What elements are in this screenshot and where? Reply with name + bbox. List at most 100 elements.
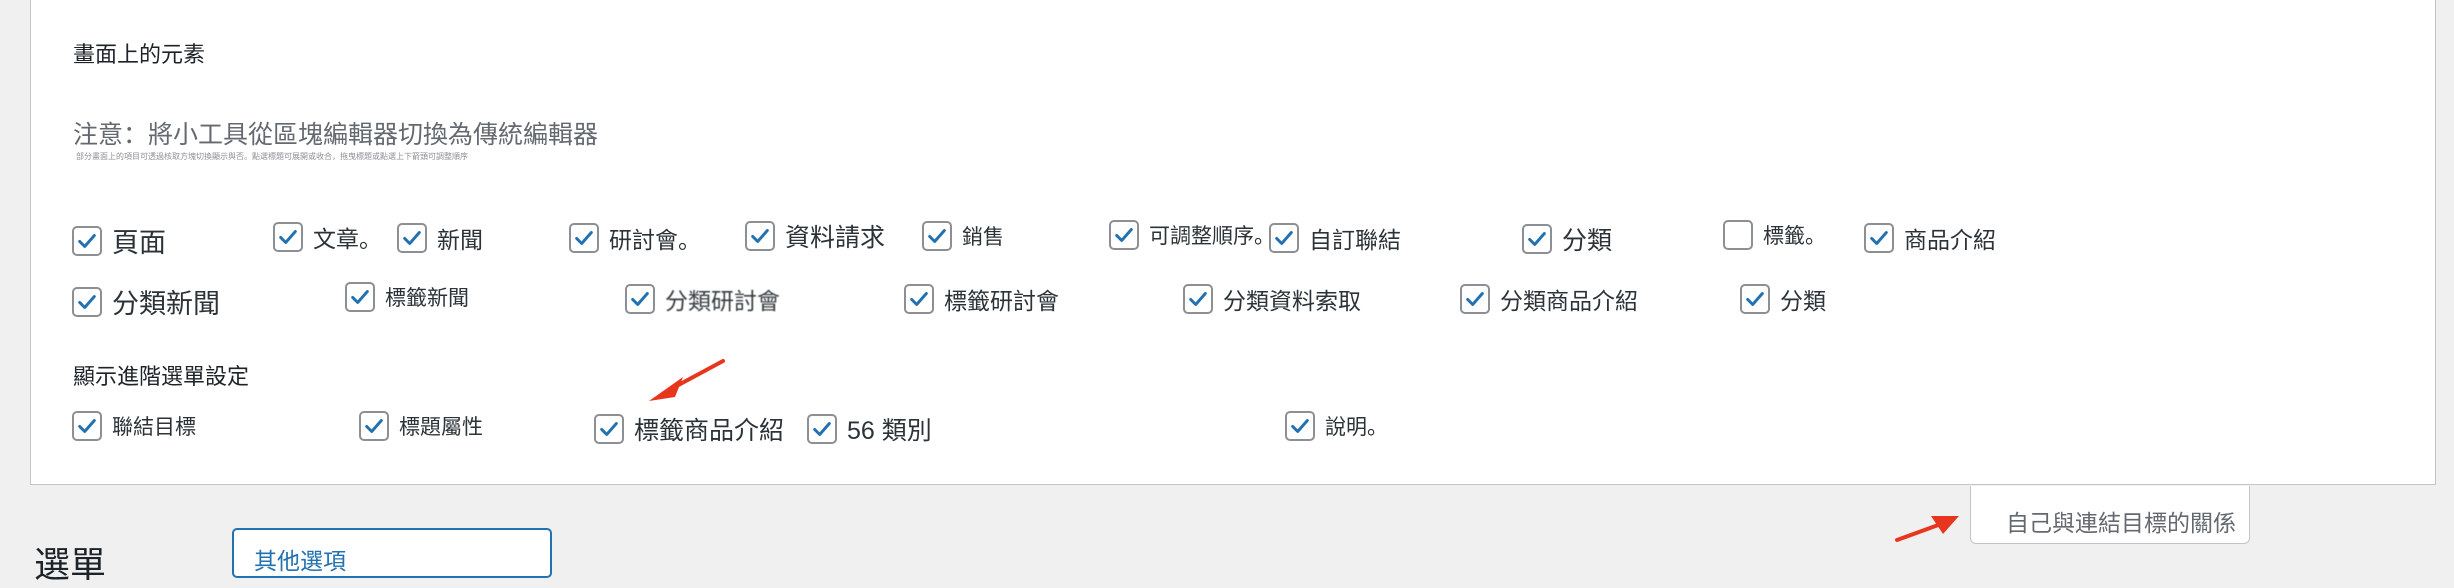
checkbox-link-target-label: 聯結目標 bbox=[112, 416, 196, 439]
checkbox-tags[interactable]: 標籤。 bbox=[1723, 220, 1826, 250]
checkbox-seminars-box[interactable] bbox=[569, 223, 599, 253]
checkmark-icon bbox=[78, 294, 96, 309]
checkbox-data-request-box[interactable] bbox=[745, 221, 775, 251]
checkbox-product-categories-box[interactable] bbox=[1460, 284, 1490, 314]
checkmark-icon bbox=[78, 419, 96, 433]
checkbox-56-categories-label: 56 類別 bbox=[847, 417, 932, 445]
checkbox-categories-2-box[interactable] bbox=[1740, 284, 1770, 314]
checkbox-link-target[interactable]: 聯結目標 bbox=[72, 411, 196, 441]
checkbox-title-attribute-box[interactable] bbox=[359, 411, 389, 441]
checkbox-news-tags[interactable]: 標籤新聞 bbox=[345, 282, 469, 312]
checkbox-categories-box[interactable] bbox=[1522, 224, 1552, 254]
checkmark-icon bbox=[1466, 292, 1484, 306]
link-relationship-tab[interactable]: 自己與連結目標的關係 bbox=[1970, 486, 2250, 544]
checkbox-posts-box[interactable] bbox=[273, 222, 303, 252]
checkbox-news-tags-box[interactable] bbox=[345, 282, 375, 312]
advanced-menu-title: 顯示進階選單設定 bbox=[73, 364, 250, 389]
checkbox-description[interactable]: 說明。 bbox=[1285, 411, 1388, 441]
checkbox-products-box[interactable] bbox=[1864, 223, 1894, 253]
checkbox-sales-label: 銷售 bbox=[962, 226, 1004, 249]
checkbox-data-request-categories-box[interactable] bbox=[1183, 284, 1213, 314]
checkbox-seminars[interactable]: 研討會。 bbox=[569, 221, 701, 255]
checkbox-link-target-box[interactable] bbox=[72, 411, 102, 441]
checkbox-description-box[interactable] bbox=[1285, 411, 1315, 441]
notice-text: 注意：將小工具從區塊編輯器切換為傳統編輯器 bbox=[73, 121, 599, 149]
checkmark-icon bbox=[403, 231, 421, 245]
checkmark-icon bbox=[1189, 292, 1207, 306]
checkbox-categories[interactable]: 分類 bbox=[1522, 221, 1612, 257]
checkbox-categories-2[interactable]: 分類 bbox=[1740, 282, 1826, 316]
screen-options-title: 畫面上的元素 bbox=[73, 42, 206, 67]
more-options-button[interactable]: 其他選項 bbox=[232, 528, 552, 578]
checkbox-sales[interactable]: 銷售 bbox=[922, 221, 1004, 251]
small-note: 部分畫面上的項目可透過核取方塊切換顯示與否。點選標題可展開或收合，拖曳標題或點選… bbox=[76, 152, 468, 161]
checkmark-icon bbox=[351, 290, 369, 304]
checkbox-pages[interactable]: 頁面 bbox=[72, 221, 166, 260]
checkbox-categories-label: 分類 bbox=[1562, 227, 1613, 255]
checkbox-news-label: 新聞 bbox=[437, 227, 483, 253]
checkbox-product-tags-label: 標籤商品介紹 bbox=[634, 417, 785, 445]
checkbox-seminars-label: 研討會。 bbox=[609, 227, 701, 253]
checkbox-custom-links[interactable]: 自訂聯結 bbox=[1269, 221, 1401, 255]
checkbox-products[interactable]: 商品介紹 bbox=[1864, 221, 1996, 255]
checkbox-seminar-categories-box[interactable] bbox=[625, 284, 655, 314]
checkmark-icon bbox=[928, 229, 946, 243]
menu-heading: 選單 bbox=[34, 544, 107, 585]
checkbox-products-label: 商品介紹 bbox=[1904, 227, 1996, 253]
checkbox-data-request[interactable]: 資料請求 bbox=[745, 218, 885, 254]
checkbox-56-categories-box[interactable] bbox=[807, 414, 837, 444]
checkbox-56-categories[interactable]: 56 類別 bbox=[807, 411, 932, 447]
checkbox-product-tags-box[interactable] bbox=[594, 414, 624, 444]
checkmark-icon bbox=[365, 419, 383, 433]
checkmark-icon bbox=[1746, 292, 1764, 306]
checkbox-custom-links-box[interactable] bbox=[1269, 223, 1299, 253]
checkbox-news-box[interactable] bbox=[397, 223, 427, 253]
checkmark-icon bbox=[1528, 232, 1546, 246]
checkbox-title-attribute[interactable]: 標題屬性 bbox=[359, 411, 483, 441]
checkbox-data-request-categories-label: 分類資料索取 bbox=[1223, 288, 1361, 314]
checkbox-reorder-label: 可調整順序。 bbox=[1149, 225, 1275, 248]
checkbox-custom-links-label: 自訂聯結 bbox=[1309, 227, 1401, 253]
checkbox-news-categories-label: 分類新聞 bbox=[112, 289, 220, 319]
checkbox-title-attribute-label: 標題屬性 bbox=[399, 416, 483, 439]
checkmark-icon bbox=[575, 231, 593, 245]
annotation-arrow-icon bbox=[649, 359, 725, 401]
checkbox-pages-box[interactable] bbox=[72, 225, 102, 256]
checkbox-reorder[interactable]: 可調整順序。 bbox=[1109, 220, 1275, 250]
checkbox-tags-label: 標籤。 bbox=[1763, 225, 1826, 248]
checkbox-description-label: 說明。 bbox=[1325, 416, 1388, 439]
checkbox-tags-box[interactable] bbox=[1723, 220, 1753, 250]
checkbox-seminar-tags-box[interactable] bbox=[904, 284, 934, 314]
checkbox-posts-label: 文章。 bbox=[313, 226, 382, 252]
checkbox-seminar-categories-label: 分類研討會 bbox=[665, 288, 780, 314]
checkbox-product-categories-label: 分類商品介紹 bbox=[1500, 288, 1638, 314]
checkbox-news-categories-box[interactable] bbox=[72, 286, 102, 317]
checkbox-news[interactable]: 新聞 bbox=[397, 221, 483, 255]
checkmark-icon bbox=[751, 229, 769, 243]
checkbox-product-categories[interactable]: 分類商品介紹 bbox=[1460, 282, 1638, 316]
checkbox-seminar-categories[interactable]: 分類研討會 bbox=[625, 282, 780, 316]
annotation-arrow-icon-2 bbox=[1895, 516, 1959, 542]
checkmark-icon bbox=[78, 233, 96, 248]
checkbox-seminar-tags-label: 標籤研討會 bbox=[944, 288, 1059, 314]
checkmark-icon bbox=[600, 422, 618, 436]
checkbox-data-request-categories[interactable]: 分類資料索取 bbox=[1183, 282, 1361, 316]
checkbox-reorder-box[interactable] bbox=[1109, 220, 1139, 250]
checkbox-product-tags[interactable]: 標籤商品介紹 bbox=[594, 411, 784, 447]
checkbox-news-categories[interactable]: 分類新聞 bbox=[72, 282, 220, 321]
checkbox-seminar-tags[interactable]: 標籤研討會 bbox=[904, 282, 1059, 316]
checkbox-pages-label: 頁面 bbox=[112, 228, 166, 258]
checkmark-icon bbox=[631, 292, 649, 306]
checkmark-icon bbox=[279, 230, 297, 244]
checkbox-data-request-label: 資料請求 bbox=[785, 224, 886, 252]
checkbox-posts[interactable]: 文章。 bbox=[273, 220, 382, 254]
checkmark-icon bbox=[1291, 419, 1309, 433]
screen-options-panel: 畫面上的元素 注意：將小工具從區塊編輯器切換為傳統編輯器 部分畫面上的項目可透過… bbox=[30, 0, 2436, 485]
checkmark-icon bbox=[813, 422, 831, 436]
checkbox-sales-box[interactable] bbox=[922, 221, 952, 251]
checkbox-categories-2-label: 分類 bbox=[1780, 288, 1826, 314]
checkmark-icon bbox=[1870, 231, 1888, 245]
checkmark-icon bbox=[1115, 228, 1133, 242]
checkbox-news-tags-label: 標籤新聞 bbox=[385, 287, 469, 310]
checkmark-icon bbox=[910, 292, 928, 306]
